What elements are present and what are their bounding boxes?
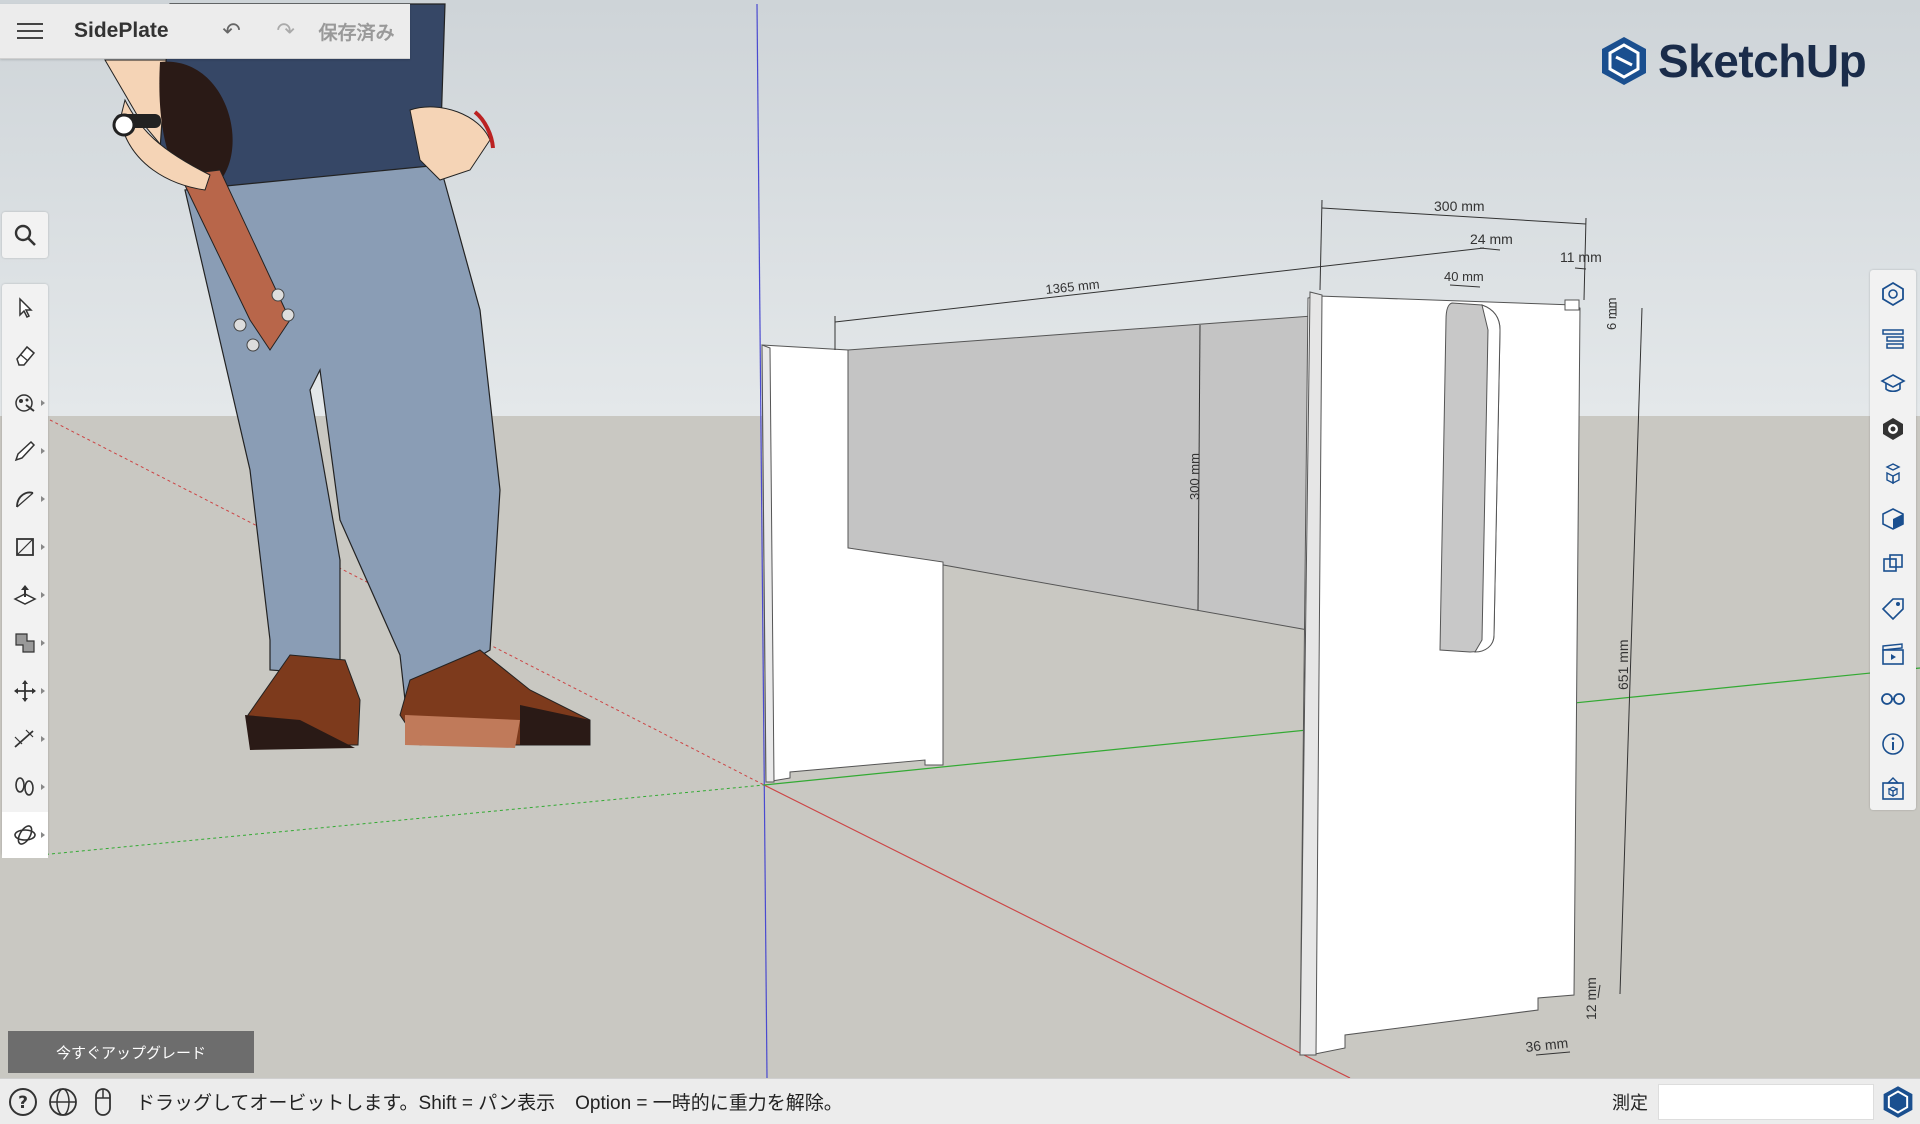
green-axis-negative [39,784,765,856]
display-button[interactable] [1870,677,1916,721]
sketchup-logo: SketchUp [1600,34,1867,88]
instructor-button[interactable] [1870,362,1916,406]
components-icon [1885,463,1901,485]
svg-text:?: ? [18,1093,28,1113]
outliner-button[interactable] [1870,317,1916,361]
dim-1365: 1365 mm [1045,276,1100,297]
eraser-tool[interactable] [2,332,48,378]
instructor-icon [1880,374,1906,393]
scenes-icon [1882,643,1904,665]
scenes-button[interactable] [1870,632,1916,676]
model-info-button[interactable] [1870,722,1916,766]
display-icon [1881,693,1905,705]
paint-bucket-icon [15,394,35,412]
3d-viewport[interactable]: 300 mm 24 mm 40 mm 11 mm 1365 mm 6 mm 30… [0,0,1920,1078]
select-tool[interactable] [2,284,48,330]
sketchup-mini-icon [1883,1086,1913,1118]
materials-icon [1883,418,1903,440]
pencil-tool[interactable] [2,428,48,474]
push-pull-icon [13,585,37,605]
walk-tool[interactable] [2,764,48,810]
status-hint-option: Option = 一時的に重力を解除。 [575,1093,843,1114]
dim-36: 36 mm [1525,1035,1569,1055]
tags-icon [1881,598,1904,621]
rectangle-tool[interactable] [2,524,48,570]
saved-status: 保存済み [318,22,395,44]
tape-measure-icon [14,729,34,748]
solid-tools-button[interactable] [1870,542,1916,586]
model-title[interactable]: SidePlate [74,19,169,43]
file-header-bar: SidePlate ↶ ↷ 保存済み [0,4,410,59]
status-bar: ? ドラッグしてオービットします。Shift = パン表示 Option = 一… [0,1078,1920,1124]
outliner-icon [1882,329,1904,349]
entity-info-icon [1882,281,1904,307]
model-info-icon [1882,733,1904,755]
status-hint: ドラッグしてオービットします。Shift = パン表示 [136,1093,556,1114]
orbit-tool[interactable] [2,812,48,858]
select-icon [19,297,33,318]
help-icon: ? [9,1087,37,1116]
measurements-label: 測定 [1612,1093,1648,1113]
left-toolbar [2,284,48,858]
dim-300-top: 300 mm [1434,198,1485,214]
arc-tool[interactable] [2,476,48,522]
push-pull-tool[interactable] [2,572,48,618]
measurements-input[interactable] [1658,1084,1874,1120]
dim-6: 6 mm [1604,298,1619,331]
orbit-icon [14,825,36,845]
mouse-icon [95,1087,111,1116]
dim-40: 40 mm [1444,269,1484,284]
move-tool[interactable] [2,668,48,714]
undo-icon[interactable]: ↶ [205,18,259,44]
menu-icon[interactable] [0,4,60,58]
paint-tool[interactable] [2,380,48,426]
search-button[interactable] [2,212,48,258]
dim-24: 24 mm [1470,231,1513,247]
3d-warehouse-icon [1882,777,1904,800]
solid-tools-icon [1883,554,1903,572]
dim-12: 12 mm [1583,977,1599,1020]
3d-warehouse-button[interactable] [1870,767,1916,811]
rectangle-icon [16,538,34,556]
dim-300-height: 300 mm [1187,453,1202,500]
side-plate-model[interactable] [761,291,1581,1056]
dim-651: 651 mm [1615,639,1631,690]
search-icon [14,224,36,246]
mouse-settings-button[interactable] [86,1085,120,1119]
offset-icon [15,633,35,653]
pencil-icon [14,440,36,462]
red-axis [763,784,1351,1078]
entity-info-button[interactable] [1870,272,1916,316]
tape-measure-tool[interactable] [2,716,48,762]
scale-figure[interactable] [104,3,591,750]
move-icon [14,680,36,702]
right-panel-toolbar [1870,270,1916,810]
redo-icon[interactable]: ↷ [259,18,313,44]
dim-11: 11 mm [1560,249,1602,265]
styles-icon [1882,508,1904,530]
logo-text: SketchUp [1658,35,1867,87]
arc-icon [16,491,34,508]
globe-icon [49,1087,77,1116]
model-scene[interactable]: 300 mm 24 mm 40 mm 11 mm 1365 mm 6 mm 30… [0,0,1920,1078]
offset-tool[interactable] [2,620,48,666]
walk-icon [15,777,34,796]
styles-button[interactable] [1870,497,1916,541]
tags-button[interactable] [1870,587,1916,631]
help-button[interactable]: ? [6,1085,40,1119]
materials-button[interactable] [1870,407,1916,451]
sketchup-mini-logo[interactable] [1882,1085,1914,1124]
sketchup-logo-icon [1602,37,1646,85]
language-button[interactable] [46,1085,80,1119]
eraser-icon [16,345,36,366]
upgrade-button[interactable]: 今すぐアップグレード [8,1031,254,1073]
components-button[interactable] [1870,452,1916,496]
